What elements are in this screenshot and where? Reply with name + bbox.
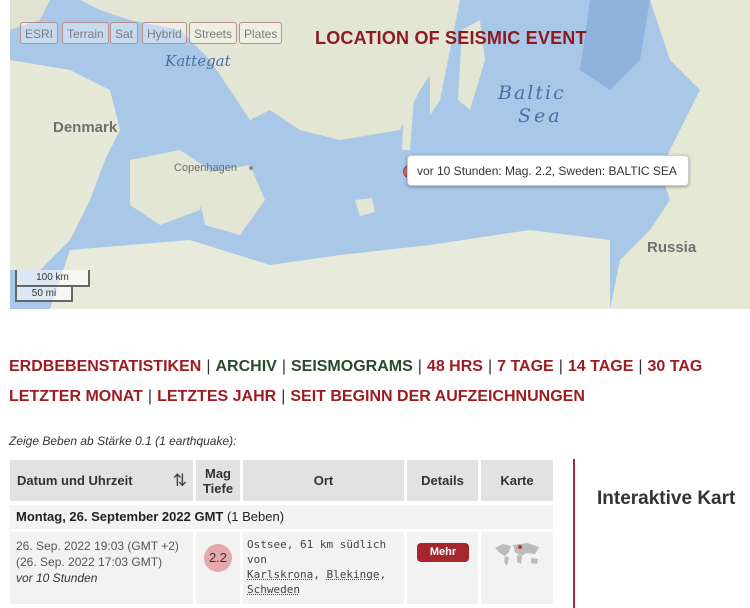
map-label-baltic: Baltic <box>498 82 566 104</box>
scale-bar-mi: 50 mi <box>15 287 73 302</box>
row-time-local: 26. Sep. 2022 19:03 (GMT +2) <box>16 539 179 553</box>
map-label-kattegat: Kattegat <box>165 52 231 70</box>
header-details-label: Details <box>421 473 464 488</box>
header-datetime-label: Datum und Uhrzeit <box>17 473 133 488</box>
layer-button-plates[interactable]: Plates <box>239 22 283 44</box>
world-map-thumbnail-icon[interactable] <box>493 540 541 568</box>
nav-erdbebenstatistiken[interactable]: ERDBEBENSTATISTIKEN <box>9 358 201 375</box>
section-divider <box>573 459 575 608</box>
filter-info: Zeige Beben ab Stärke 0.1 (1 earthquake)… <box>9 434 237 448</box>
nav-archiv[interactable]: ARCHIV <box>215 358 276 375</box>
header-mag-label: Mag <box>205 465 231 481</box>
nav-48-hrs[interactable]: 48 HRS <box>427 358 483 375</box>
row-time-gmt: (26. Sep. 2022 17:03 GMT) <box>16 555 163 569</box>
header-ort: Ort <box>243 460 404 501</box>
header-mag-depth[interactable]: Mag Tiefe <box>196 460 240 501</box>
nav-seismograms[interactable]: SEISMOGRAMS <box>291 358 413 375</box>
map-title: LOCATION OF SEISMIC EVENT <box>315 28 587 48</box>
interactive-map-heading: Interaktive Kart <box>597 488 736 509</box>
layer-button-streets[interactable]: Streets <box>189 22 238 44</box>
header-ort-label: Ort <box>313 473 334 488</box>
nav-30-tage[interactable]: 30 TAG <box>648 358 703 375</box>
layer-button-sat[interactable]: Sat <box>110 22 139 44</box>
nav-14-tage[interactable]: 14 TAGE <box>568 358 634 375</box>
row-ago: vor 10 Stunden <box>16 571 98 585</box>
nav-7-tage[interactable]: 7 TAGE <box>497 358 554 375</box>
table-row-datetime-cell: 26. Sep. 2022 19:03 (GMT +2) (26. Sep. 2… <box>10 532 193 604</box>
map-label-russia: Russia <box>647 239 697 256</box>
row-ort-prefix: Ostsee, 61 km südlich von <box>247 538 387 566</box>
map-label-copenhagen: Copenhagen <box>174 162 238 174</box>
nav-line-1: ERDBEBENSTATISTIKEN | ARCHIV | SEISMOGRAMS | 4… <box>9 358 703 375</box>
header-depth-label: Tiefe <box>202 480 234 496</box>
header-details: Details <box>407 460 478 501</box>
table-row-ort-cell: Ostsee, 61 km südlich von Karlskrona, Bl… <box>243 532 404 604</box>
layer-button-terrain[interactable]: Terrain <box>62 22 109 44</box>
row-ort-region-link[interactable]: Blekinge <box>326 568 379 581</box>
date-group-count: (1 Beben) <box>226 509 285 524</box>
row-ort-country-link[interactable]: Schweden <box>247 583 300 596</box>
map-popup: vor 10 Stunden: Mag. 2.2, Sweden: BALTIC… <box>407 155 689 186</box>
scale-bar-km: 100 km <box>15 270 90 287</box>
table-row-karte-cell <box>481 532 553 604</box>
nav-line-2: LETZTER MONAT | LETZTES JAHR | SEIT BEGINN D… <box>9 388 585 405</box>
table-row-details-cell: Mehr <box>407 532 478 604</box>
details-mehr-button[interactable]: Mehr <box>417 543 469 562</box>
seismic-map[interactable]: ESRI Terrain Sat Hybrid Streets Plates L… <box>10 0 750 309</box>
layer-button-esri[interactable]: ESRI <box>20 22 59 44</box>
header-karte: Karte <box>481 460 553 501</box>
map-label-sea: Sea <box>518 105 563 127</box>
map-label-denmark: Denmark <box>53 119 118 136</box>
city-dot-icon <box>249 166 253 170</box>
header-datetime[interactable]: Datum und Uhrzeit ⇅ <box>10 460 193 501</box>
nav-letztes-jahr[interactable]: LETZTES JAHR <box>157 388 276 405</box>
magnitude-badge: 2.2 <box>204 544 232 572</box>
table-row-mag-cell: 2.2 <box>196 532 240 604</box>
nav-seit-beginn[interactable]: SEIT BEGINN DER AUFZEICHNUNGEN <box>290 388 585 405</box>
date-group-date: Montag, 26. September 2022 GMT <box>16 509 224 524</box>
date-group-row: Montag, 26. September 2022 GMT (1 Beben) <box>10 505 553 529</box>
sort-arrows-icon[interactable]: ⇅ <box>173 471 187 491</box>
header-karte-label: Karte <box>500 473 534 488</box>
layer-button-hybrid[interactable]: Hybrid <box>142 22 187 44</box>
nav-letzter-monat[interactable]: LETZTER MONAT <box>9 388 143 405</box>
row-ort-city-link[interactable]: Karlskrona <box>247 568 313 581</box>
